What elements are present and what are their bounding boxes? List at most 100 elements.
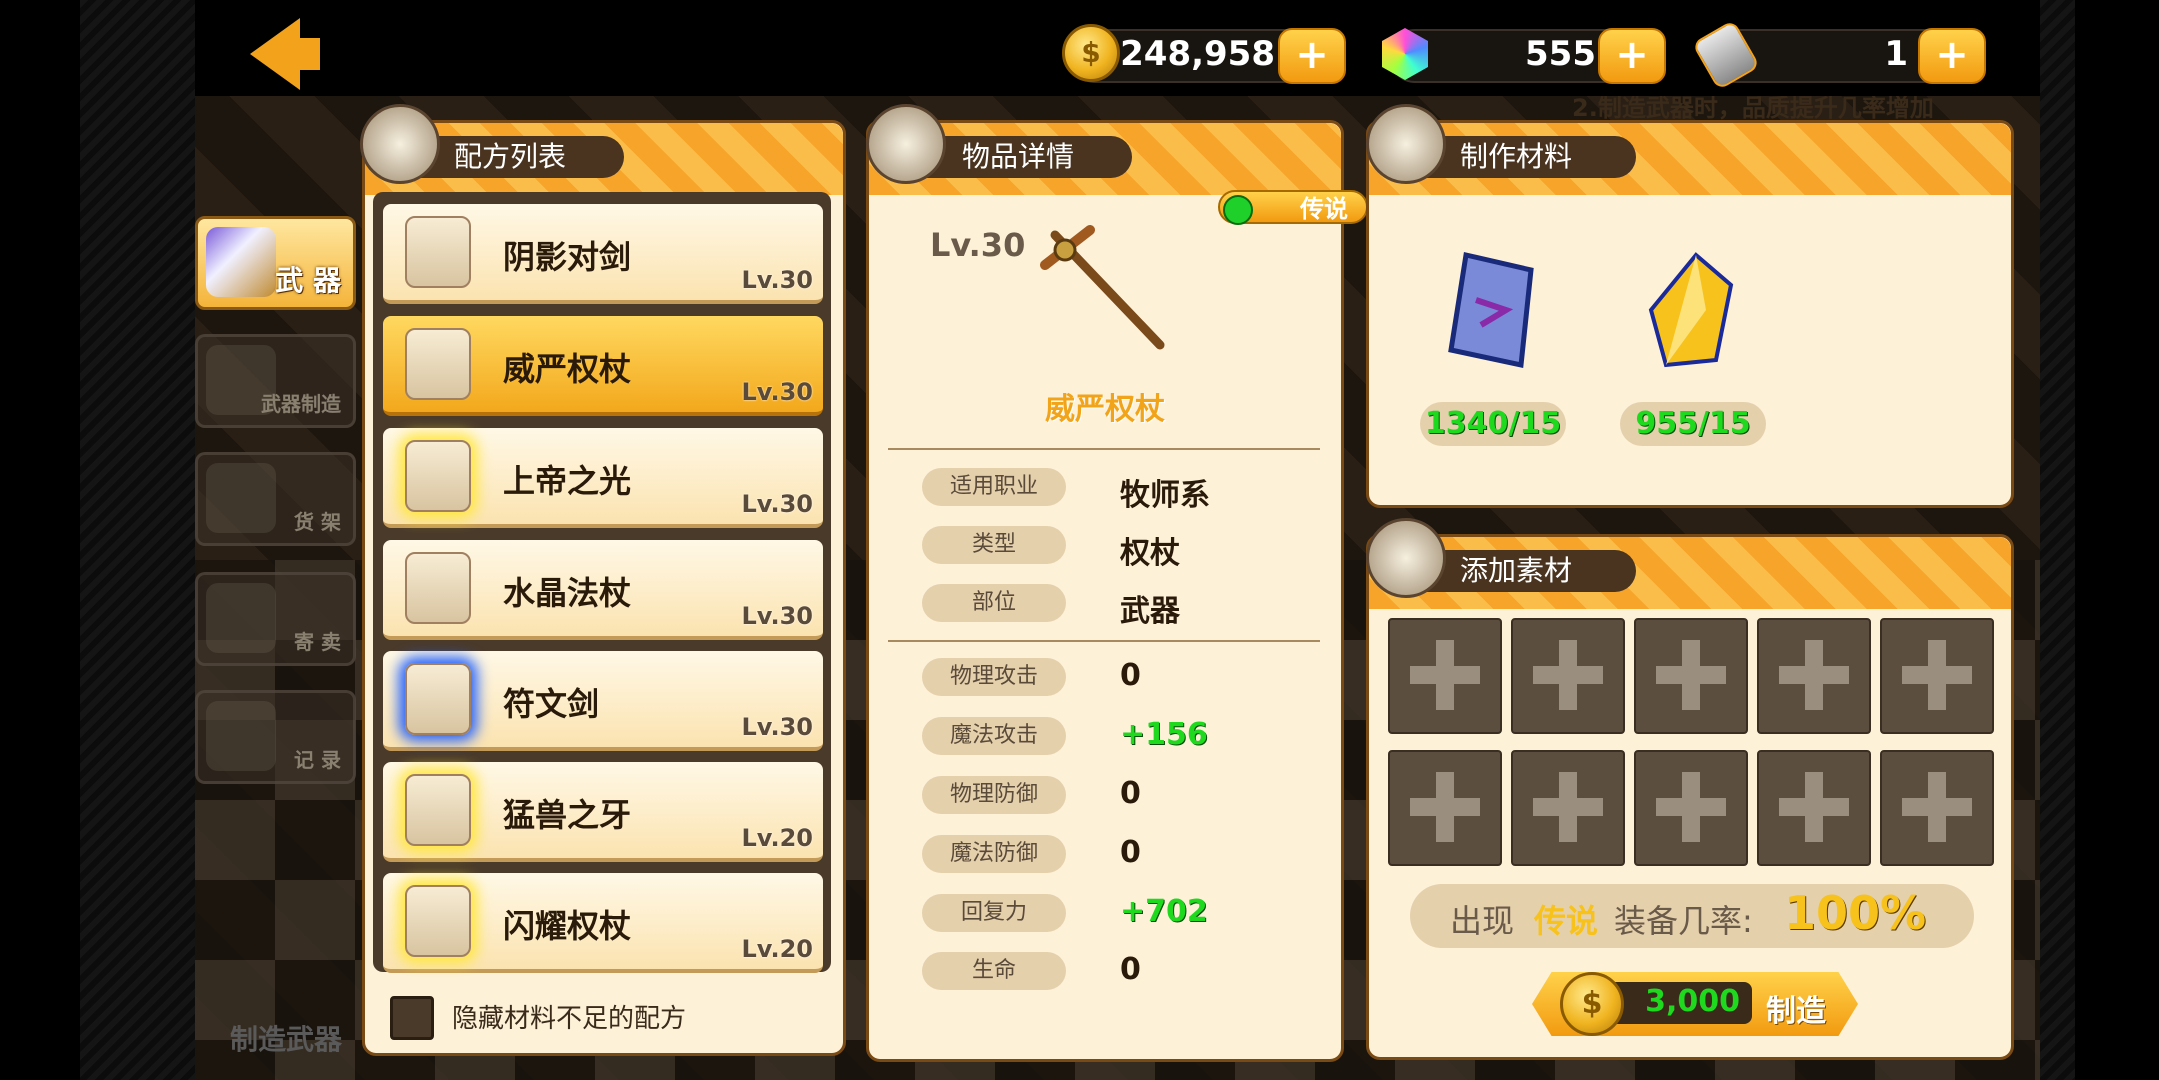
chance-value: 100%	[1784, 886, 1927, 940]
material-slot[interactable]	[1757, 618, 1871, 734]
bag-icon	[866, 104, 946, 184]
stat-label: 魔法防御	[922, 835, 1066, 873]
tab-consignment[interactable]: 寄 卖	[195, 572, 356, 666]
material-count: 1340/15	[1420, 402, 1566, 446]
recipe-level: Lv.30	[741, 490, 814, 518]
stat-label: 回复力	[922, 894, 1066, 932]
recipe-scroll-icon	[405, 328, 471, 400]
craft-label[interactable]: 制造	[1766, 986, 1826, 1030]
stat-value: 0	[1120, 776, 1141, 811]
gold-crystal-icon	[1648, 252, 1734, 368]
material-slot[interactable]	[1634, 618, 1748, 734]
item-level: Lv.30	[930, 226, 1026, 264]
chance-prefix: 出现	[1450, 902, 1515, 940]
tab-weapon-crafting[interactable]: 武器制造	[195, 334, 356, 428]
quill-scroll-icon	[360, 104, 440, 184]
stat-value: 0	[1120, 658, 1141, 693]
stat-value: 0	[1120, 835, 1141, 870]
material-slot[interactable]	[1757, 750, 1871, 866]
recipe-scroll-icon	[405, 663, 471, 735]
tab-label: 武 器	[275, 264, 341, 297]
material-slot[interactable]	[1634, 750, 1748, 866]
stat-label: 物理防御	[922, 776, 1066, 814]
add-hammer-button[interactable]: +	[1918, 28, 1986, 84]
gold-amount: 248,958	[1120, 34, 1275, 74]
recipe-scroll-icon	[405, 552, 471, 624]
hide-insufficient-checkbox[interactable]	[390, 996, 434, 1040]
consignment-tab-icon	[206, 583, 276, 653]
add-gem-button[interactable]: +	[1598, 28, 1666, 84]
recipe-item[interactable]: 阴影对剑 Lv.30	[383, 204, 823, 304]
recipe-item-selected[interactable]: 威严权杖 Lv.30	[383, 316, 823, 416]
recipe-level: Lv.30	[741, 378, 814, 406]
plus-icon	[1805, 772, 1823, 842]
material-count: 955/15	[1620, 402, 1766, 446]
recipe-item[interactable]: 上帝之光 Lv.30	[383, 428, 823, 528]
recipe-level: Lv.20	[741, 935, 814, 963]
material-slot[interactable]	[1880, 750, 1994, 866]
chance-rarity: 传说	[1534, 902, 1599, 940]
stat-value: +702	[1120, 894, 1208, 929]
hammer-amount: 1	[1884, 34, 1908, 74]
chance-label: 装备几率:	[1614, 902, 1753, 940]
recipe-name: 符文剑	[503, 685, 600, 723]
scepter-icon	[1040, 225, 1165, 350]
recipe-name: 威严权杖	[503, 350, 632, 388]
stat-value: 0	[1120, 952, 1141, 987]
recipe-scroll-icon	[405, 440, 471, 512]
tab-records[interactable]: 记 录	[195, 690, 356, 784]
recipe-item[interactable]: 符文剑 Lv.30	[383, 651, 823, 751]
hide-insufficient-label: 隐藏材料不足的配方	[452, 1004, 687, 1034]
tab-label: 寄 卖	[294, 630, 341, 654]
weapons-tab-icon	[206, 227, 276, 297]
item-name: 威严权杖	[1045, 392, 1165, 427]
divider	[888, 640, 1320, 642]
material-slot[interactable]	[1511, 750, 1625, 866]
shelf-tab-icon	[206, 463, 276, 533]
recipe-item[interactable]: 猛兽之牙 Lv.20	[383, 762, 823, 862]
stat-label: 生命	[922, 952, 1066, 990]
tab-label: 货 架	[294, 510, 341, 534]
tab-label: 武器制造	[261, 392, 341, 416]
plus-icon	[1928, 640, 1946, 710]
plus-icon	[1436, 640, 1454, 710]
tab-label: 记 录	[294, 748, 341, 772]
info-label: 部位	[922, 584, 1066, 622]
crystal-icon	[1366, 104, 1446, 184]
right-letterbox	[2040, 0, 2075, 1080]
rarity-dot-icon	[1223, 195, 1253, 225]
info-value: 武器	[1120, 594, 1180, 629]
records-tab-icon	[206, 701, 276, 771]
material-slot[interactable]	[1388, 750, 1502, 866]
divider	[888, 448, 1320, 450]
back-arrow-icon[interactable]	[250, 18, 300, 90]
recipe-name: 猛兽之牙	[503, 796, 632, 834]
material-slot[interactable]	[1880, 618, 1994, 734]
stat-label: 魔法攻击	[922, 717, 1066, 755]
plus-icon	[1682, 772, 1700, 842]
rune-stone-icon	[1448, 251, 1534, 369]
info-value: 牧师系	[1120, 478, 1210, 513]
back-button[interactable]	[298, 38, 320, 70]
recipe-item[interactable]: 水晶法杖 Lv.30	[383, 540, 823, 640]
recipe-scroll-icon	[405, 774, 471, 846]
recipe-level: Lv.30	[741, 713, 814, 741]
info-value: 权杖	[1120, 536, 1180, 571]
tab-shelf[interactable]: 货 架	[195, 452, 356, 546]
plus-icon	[1559, 640, 1577, 710]
hammer-icon	[1366, 518, 1446, 598]
add-gold-button[interactable]: +	[1278, 28, 1346, 84]
stat-value: +156	[1120, 717, 1208, 752]
recipe-name: 水晶法杖	[503, 574, 632, 612]
recipe-level: Lv.30	[741, 602, 814, 630]
recipe-item[interactable]: 闪耀权杖 Lv.20	[383, 873, 823, 973]
material-slot[interactable]	[1511, 618, 1625, 734]
material-slot[interactable]	[1388, 618, 1502, 734]
tab-weapons[interactable]: 武 器	[195, 216, 356, 310]
recipe-name: 上帝之光	[503, 462, 632, 500]
info-label: 类型	[922, 526, 1066, 564]
plus-icon	[1682, 640, 1700, 710]
gold-coin-icon: $	[1560, 972, 1624, 1036]
plus-icon	[1436, 772, 1454, 842]
plus-icon	[1559, 772, 1577, 842]
